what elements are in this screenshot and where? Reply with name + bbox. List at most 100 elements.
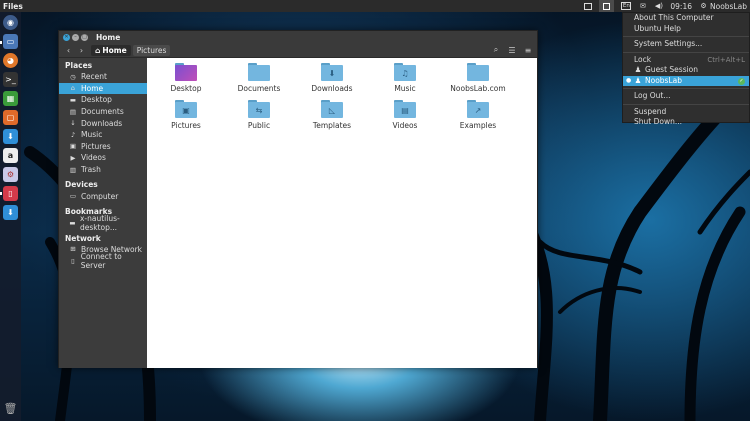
folder-icon: ♫ bbox=[394, 63, 416, 81]
sidebar-item-trash[interactable]: ▥ Trash bbox=[59, 164, 147, 176]
minimize-icon[interactable]: – bbox=[72, 33, 79, 41]
file-grid: Desktop Documents ⬇ Downloads ♫ Music NoobsLab… bbox=[147, 58, 537, 368]
sidebar-item-documents[interactable]: ▤ Documents bbox=[59, 106, 147, 118]
user-icon: ♟ bbox=[634, 75, 642, 85]
folder-documents[interactable]: Documents bbox=[224, 63, 294, 93]
folder-videos[interactable]: ▤ Videos bbox=[370, 100, 440, 130]
menu-item-shut-down[interactable]: Shut Down... bbox=[623, 117, 749, 128]
download-icon: ↓ bbox=[70, 119, 76, 128]
app-icon[interactable]: ▯ bbox=[3, 186, 18, 201]
file-label: Public bbox=[247, 121, 271, 130]
camera-icon: ▣ bbox=[69, 142, 77, 151]
breadcrumb-home-label: Home bbox=[102, 45, 127, 55]
menu-item-ubuntu-help[interactable]: Ubuntu Help bbox=[623, 24, 749, 35]
firefox-icon[interactable]: ◕ bbox=[3, 53, 18, 68]
file-label: Desktop bbox=[170, 84, 202, 93]
sidebar-item-desktop[interactable]: ▬ Desktop bbox=[59, 94, 147, 106]
search-icon[interactable]: ⌕ bbox=[491, 45, 501, 55]
active-user-dot: ● bbox=[626, 76, 632, 84]
indicator-active[interactable] bbox=[599, 0, 615, 12]
folder-icon: ▬ bbox=[69, 218, 76, 227]
window-indicator-icon[interactable] bbox=[584, 2, 593, 10]
sidebar-item-pictures[interactable]: ▣ Pictures bbox=[59, 141, 147, 153]
files-icon[interactable]: ▭ bbox=[3, 34, 18, 49]
sidebar-item-label: Computer bbox=[81, 191, 119, 201]
list-view-icon[interactable]: ☰ bbox=[507, 45, 517, 55]
forward-button[interactable]: › bbox=[76, 45, 87, 56]
video-icon: ▶ bbox=[70, 153, 76, 162]
menu-item-label: NoobsLab bbox=[645, 75, 682, 85]
folder-noobslab-com[interactable]: NoobsLab.com bbox=[443, 63, 513, 93]
gear-icon[interactable]: ⚙ bbox=[699, 2, 708, 10]
file-label: Downloads bbox=[311, 84, 353, 93]
folder-icon: ▣ bbox=[175, 100, 197, 118]
sidebar: Places ◷ Recent ⌂ Home ▬ Desktop ▤ Documents ↓ Dow… bbox=[59, 58, 147, 368]
menu-item-noobslab[interactable]: ● ♟ NoobsLab ✓ bbox=[623, 75, 749, 86]
terminal-icon[interactable]: >_ bbox=[3, 72, 18, 87]
download-icon-2[interactable]: ⬇ bbox=[3, 205, 18, 220]
top-panel: Files En ✉ ◀) 09:16 ⚙ NoobsLab bbox=[0, 0, 750, 12]
menu-item-about-this-computer[interactable]: About This Computer bbox=[623, 13, 749, 24]
download-icon[interactable]: ⬇ bbox=[3, 129, 18, 144]
server-icon: ▯ bbox=[71, 256, 75, 265]
spreadsheet-icon[interactable]: ▦ bbox=[3, 91, 18, 106]
menu-separator bbox=[623, 36, 749, 37]
sidebar-section-places: Places bbox=[65, 61, 93, 70]
menu-item-log-out[interactable]: Log Out... bbox=[623, 91, 749, 102]
user-icon: ♟ bbox=[634, 65, 642, 74]
folder-public[interactable]: ⇆ Public bbox=[224, 100, 294, 130]
sidebar-item-connect-to-server[interactable]: ▯ Connect to Server bbox=[59, 252, 147, 270]
file-label: Videos bbox=[392, 121, 418, 130]
folder-icon: ↗ bbox=[467, 100, 489, 118]
maximize-icon[interactable]: □ bbox=[81, 33, 88, 41]
sidebar-item-label: Music bbox=[81, 130, 103, 140]
menu-item-guest-session[interactable]: ♟ Guest Session bbox=[623, 65, 749, 76]
menu-item-system-settings[interactable]: System Settings... bbox=[623, 39, 749, 50]
window-titlebar[interactable]: ✕ – □ Home bbox=[59, 31, 537, 43]
menu-icon[interactable]: ≡ bbox=[523, 45, 533, 55]
menu-item-suspend[interactable]: Suspend bbox=[623, 107, 749, 118]
breadcrumb-home[interactable]: ⌂ Home bbox=[91, 44, 131, 56]
folder-desktop[interactable]: Desktop bbox=[151, 63, 221, 93]
check-icon: ✓ bbox=[738, 77, 745, 85]
folder-music[interactable]: ♫ Music bbox=[370, 63, 440, 93]
folder-pictures[interactable]: ▣ Pictures bbox=[151, 100, 221, 130]
sidebar-item-x-nautilus-desktop[interactable]: ▬ x-nautilus-desktop... bbox=[59, 213, 147, 232]
mail-icon[interactable]: ✉ bbox=[638, 2, 647, 10]
menu-item-lock[interactable]: Lock Ctrl+Alt+L bbox=[623, 55, 749, 66]
folder-examples[interactable]: ↗ Examples bbox=[443, 100, 513, 130]
session-user[interactable]: NoobsLab bbox=[710, 2, 747, 11]
sidebar-item-computer[interactable]: ▭ Computer bbox=[59, 190, 147, 202]
session-menu: About This Computer Ubuntu Help System Set… bbox=[622, 12, 750, 126]
keyboard-en-icon[interactable]: En bbox=[621, 2, 632, 10]
trash-icon[interactable]: 🗑 bbox=[3, 401, 18, 416]
settings-icon[interactable]: ⚙ bbox=[3, 167, 18, 182]
back-button[interactable]: ‹ bbox=[63, 45, 74, 56]
close-icon[interactable]: ✕ bbox=[63, 33, 70, 41]
file-label: Pictures bbox=[171, 121, 201, 130]
sidebar-item-label: x-nautilus-desktop... bbox=[79, 213, 120, 232]
sidebar-item-videos[interactable]: ▶ Videos bbox=[59, 152, 147, 164]
sidebar-item-home[interactable]: ⌂ Home bbox=[59, 82, 147, 95]
home-icon: ⌂ bbox=[70, 84, 76, 93]
clock[interactable]: 09:16 bbox=[670, 2, 692, 11]
sidebar-item-downloads[interactable]: ↓ Downloads bbox=[59, 117, 147, 129]
folder-templates[interactable]: ◺ Templates bbox=[297, 100, 367, 130]
sidebar-item-recent[interactable]: ◷ Recent bbox=[59, 71, 147, 83]
folder-icon: ⬇ bbox=[321, 63, 343, 81]
sidebar-item-label: Home bbox=[81, 83, 104, 93]
volume-icon[interactable]: ◀) bbox=[654, 2, 663, 10]
workspace-icon bbox=[603, 2, 611, 10]
window-title: Home bbox=[96, 32, 121, 42]
software-icon[interactable]: ▢ bbox=[3, 110, 18, 125]
amazon-icon[interactable]: a bbox=[3, 148, 18, 163]
active-pip-2 bbox=[0, 192, 2, 195]
ubuntu-logo-icon[interactable]: ◉ bbox=[3, 15, 18, 30]
menu-item-label: Lock bbox=[634, 54, 652, 64]
menu-separator bbox=[623, 51, 749, 53]
folder-icon bbox=[175, 63, 197, 81]
breadcrumb-pictures[interactable]: Pictures bbox=[132, 44, 171, 56]
system-tray: En ✉ ◀) 09:16 ⚙ NoobsLab bbox=[584, 0, 747, 12]
folder-downloads[interactable]: ⬇ Downloads bbox=[297, 63, 367, 93]
sidebar-item-music[interactable]: ♪ Music bbox=[59, 129, 147, 141]
